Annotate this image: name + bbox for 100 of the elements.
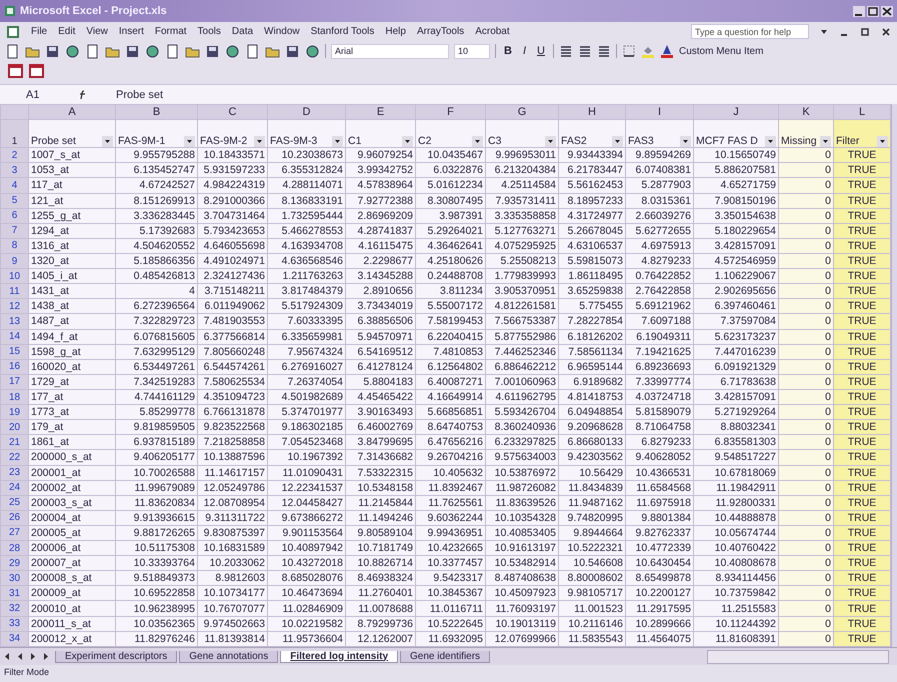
row-header[interactable]: 12 [0, 298, 28, 314]
column-header[interactable]: A [28, 104, 116, 120]
filter-dropdown-icon[interactable] [472, 136, 483, 147]
vertical-scrollbar[interactable] [891, 104, 897, 647]
column-header[interactable]: J [694, 104, 778, 120]
filter-dropdown-icon[interactable] [102, 136, 113, 147]
close-icon[interactable] [881, 26, 891, 36]
fill-color-icon[interactable] [640, 44, 655, 58]
sheet-tab[interactable]: Experiment descriptors [55, 650, 178, 662]
align-icon[interactable] [558, 44, 573, 58]
row-header[interactable]: 1 [0, 120, 28, 148]
form-icon[interactable] [8, 63, 24, 78]
menu-item[interactable]: Format [154, 26, 187, 37]
row-header[interactable]: 3 [0, 162, 28, 178]
row-header[interactable]: 31 [0, 586, 28, 601]
row-header[interactable]: 26 [0, 510, 28, 526]
column-header[interactable]: F [416, 104, 486, 120]
column-header[interactable]: B [116, 104, 198, 120]
sheet-tab[interactable]: Gene annotations [179, 650, 278, 662]
close-icon[interactable] [881, 6, 893, 16]
restore-icon[interactable] [860, 26, 870, 36]
caret-icon[interactable] [820, 28, 828, 36]
menu-item[interactable]: Data [232, 26, 254, 37]
row-header[interactable]: 9 [0, 253, 28, 269]
filter-dropdown-icon[interactable] [877, 136, 888, 147]
row-header[interactable]: 27 [0, 525, 28, 541]
row-header[interactable]: 17 [0, 374, 28, 390]
row-header[interactable]: 33 [0, 616, 28, 632]
row-header[interactable]: 19 [0, 404, 28, 420]
row-header[interactable]: 18 [0, 389, 28, 405]
row-header[interactable]: 15 [0, 344, 28, 360]
row-header[interactable]: 34 [0, 631, 28, 646]
font-color-icon[interactable] [660, 44, 674, 58]
row-header[interactable]: 5 [0, 193, 28, 208]
formula-field[interactable]: Probe set [96, 88, 897, 100]
row-header[interactable]: 13 [0, 314, 28, 330]
row-header[interactable]: 14 [0, 329, 28, 344]
format-button[interactable]: U [534, 45, 548, 57]
row-header[interactable]: 28 [0, 540, 28, 556]
filter-dropdown-icon[interactable] [765, 136, 776, 147]
menu-item[interactable]: ArrayTools [416, 26, 464, 37]
menu-item[interactable]: Stanford Tools [310, 26, 374, 37]
row-header[interactable]: 6 [0, 208, 28, 224]
borders-icon[interactable] [622, 44, 636, 58]
column-header[interactable]: D [268, 104, 346, 120]
row-header[interactable]: 22 [0, 450, 28, 465]
row-header[interactable]: 4 [0, 178, 28, 194]
row-header[interactable]: 29 [0, 556, 28, 571]
row-header[interactable]: 2 [0, 148, 28, 163]
function-icon[interactable] [78, 90, 88, 100]
row-header[interactable]: 7 [0, 223, 28, 238]
column-header[interactable]: E [346, 104, 416, 120]
row-header[interactable]: 20 [0, 420, 28, 435]
menu-item[interactable]: Edit [58, 26, 76, 37]
font-size-dropdown[interactable]: 10 [454, 44, 490, 58]
save-icon[interactable] [45, 44, 60, 58]
row-header[interactable]: 25 [0, 495, 28, 510]
filter-dropdown-icon[interactable] [332, 136, 343, 147]
workbook-icon[interactable] [6, 24, 20, 38]
format-button[interactable]: B [501, 45, 515, 57]
row-header[interactable]: 10 [0, 268, 28, 284]
menu-item[interactable]: File [31, 26, 48, 37]
column-header[interactable]: L [834, 104, 890, 120]
horizontal-scrollbar[interactable] [707, 650, 889, 664]
form-icon[interactable] [29, 63, 45, 78]
column-header[interactable]: K [778, 104, 834, 120]
filter-dropdown-icon[interactable] [545, 136, 556, 147]
column-header[interactable]: H [558, 104, 626, 120]
format-button[interactable]: I [520, 45, 530, 57]
filter-dropdown-icon[interactable] [402, 136, 413, 147]
row-header[interactable]: 30 [0, 570, 28, 586]
row-header[interactable]: 32 [0, 600, 28, 616]
row-header[interactable]: 24 [0, 480, 28, 496]
row-header[interactable]: 8 [0, 238, 28, 254]
row-header[interactable]: 23 [0, 465, 28, 480]
new-document-icon[interactable] [5, 44, 20, 58]
sheet-tab[interactable]: Gene identifiers [400, 650, 490, 662]
column-header[interactable]: I [626, 104, 694, 120]
name-box[interactable]: A1 [0, 88, 70, 100]
row-header[interactable]: 16 [0, 359, 28, 374]
menu-item[interactable]: Tools [198, 26, 221, 37]
restore-icon[interactable] [867, 6, 879, 16]
align-icon[interactable] [596, 44, 611, 58]
filter-dropdown-icon[interactable] [680, 136, 691, 147]
filter-dropdown-icon[interactable] [184, 136, 195, 147]
menu-item[interactable]: Help [385, 26, 406, 37]
minimize-icon[interactable] [853, 6, 865, 16]
row-header[interactable]: 11 [0, 284, 28, 299]
column-header[interactable]: G [486, 104, 558, 120]
menu-item[interactable]: View [86, 26, 108, 37]
filter-dropdown-icon[interactable] [820, 136, 831, 147]
filter-dropdown-icon[interactable] [254, 136, 265, 147]
font-name-dropdown[interactable]: Arial [331, 44, 449, 58]
help-search-field[interactable]: Type a question for help [691, 24, 809, 39]
column-header[interactable]: C [198, 104, 268, 120]
menu-item[interactable]: Insert [118, 26, 144, 37]
custom-menu-item[interactable]: Custom Menu Item [678, 46, 764, 56]
filter-dropdown-icon[interactable] [612, 136, 623, 147]
menu-item[interactable]: Acrobat [475, 26, 510, 37]
sheet-tab[interactable]: Filtered log intensity [280, 650, 398, 662]
